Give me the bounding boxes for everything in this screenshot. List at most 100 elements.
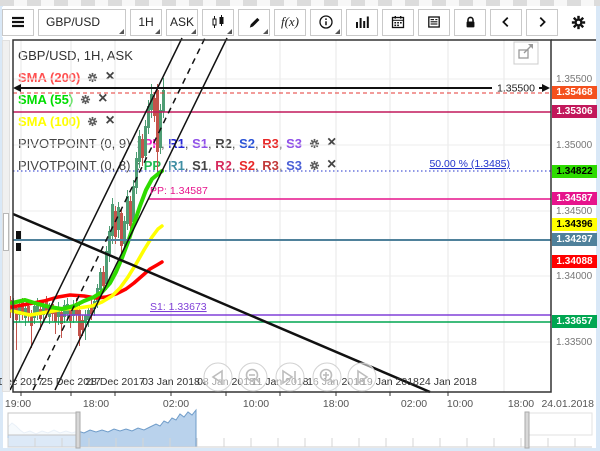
time-axis-label: 10:00 [447, 398, 473, 410]
time-axis-label: 02:00 [163, 398, 189, 410]
pp-label: PP: 1.34587 [150, 185, 208, 197]
date-axis-label: 03 Jan 2018 [142, 376, 200, 388]
candlestick [138, 136, 141, 162]
price-badge-1.34587: 1.34587 [552, 192, 597, 205]
navigator-mask-right[interactable] [527, 413, 592, 435]
price-badge-1.34396: 1.34396 [552, 218, 597, 231]
s1-label: S1: 1.33673 [150, 301, 207, 313]
corner-caret-icon [335, 29, 340, 34]
date-axis-label: 24 Jan 2018 [419, 376, 477, 388]
candlestick [135, 158, 138, 188]
zoom-out-icon [239, 363, 267, 391]
settings-button[interactable] [562, 9, 594, 36]
candlestick [153, 98, 156, 116]
time-axis-row: 24.01.2018 19:0018:0002:0010:0018:0002:0… [0, 398, 600, 412]
price-badge-1.33657: 1.33657 [552, 315, 597, 328]
info-button[interactable] [310, 9, 342, 36]
time-axis-label: 18:00 [83, 398, 109, 410]
scroll-left-button[interactable] [204, 363, 232, 391]
candlestick [102, 272, 105, 286]
forward-button[interactable] [526, 9, 558, 36]
price-axis-tick: 1.35000 [556, 140, 592, 151]
price-alert-label: 1.35500 [497, 83, 535, 95]
end-icon [276, 363, 304, 391]
navigator-handle-right[interactable] [525, 412, 529, 448]
volume-button[interactable] [346, 9, 378, 36]
go-to-end-button[interactable] [276, 363, 304, 391]
price-badge-1.34088: 1.34088 [552, 255, 597, 268]
candlestick [78, 310, 81, 336]
candlestick [120, 213, 123, 246]
symbol-select[interactable]: GBP/USD [38, 9, 126, 36]
corner-caret-icon [155, 29, 160, 34]
candlestick [141, 139, 144, 158]
indicators-button[interactable]: f(x) [274, 9, 306, 36]
calendar-icon [390, 14, 406, 30]
calendar-button[interactable] [382, 9, 414, 36]
price-axis-tick: 1.33500 [556, 337, 592, 348]
left-scrollbar-thumb[interactable] [3, 213, 9, 251]
page: GBP/USD1HASKf(x) GBP/USD, 1H, ASK SMA (2… [0, 0, 600, 451]
info-icon [318, 14, 334, 30]
menu-button[interactable] [2, 9, 34, 36]
gear-icon [569, 13, 588, 32]
corner-caret-icon [191, 29, 196, 34]
bars-icon [354, 14, 370, 30]
candlestick [33, 306, 36, 318]
zoom-in-icon [313, 363, 341, 391]
price-axis-tick: 1.34000 [556, 271, 592, 282]
candles-icon [210, 14, 226, 30]
corner-caret-icon [227, 29, 232, 34]
time-axis-label: 18:00 [323, 398, 349, 410]
left-scrollbar[interactable] [2, 40, 10, 392]
candlestick [114, 211, 117, 237]
price-axis-panel: 1.355001.350001.345001.340001.335001.354… [552, 40, 598, 392]
chevron-left-icon [499, 14, 513, 30]
back-button[interactable] [490, 9, 522, 36]
price-axis-tick: 1.34500 [556, 206, 592, 217]
chart-type-button[interactable] [202, 9, 234, 36]
price-badge-1.34822: 1.34822 [552, 165, 597, 178]
draw-button[interactable] [238, 9, 270, 36]
scroll-right-button[interactable] [348, 363, 376, 391]
candlestick [156, 90, 159, 152]
candlestick [129, 201, 132, 226]
candlestick [105, 251, 108, 284]
price-type-select[interactable]: ASK [166, 9, 198, 36]
prev-icon [204, 363, 232, 391]
ascending-channel-line[interactable] [55, 38, 227, 390]
candlestick [108, 231, 111, 254]
zoom-out-button[interactable] [239, 363, 267, 391]
date-axis-label: 28 Dec 2017 [85, 376, 145, 388]
time-axis-label: 02:00 [401, 398, 427, 410]
candlestick [111, 204, 114, 236]
pencil-icon [247, 15, 262, 30]
right-arrowhead-icon [542, 84, 550, 92]
left-arrowhead-icon [13, 84, 21, 92]
price-badge-1.35306: 1.35306 [552, 105, 597, 118]
chevron-right-icon [535, 14, 549, 30]
line-drag-handle[interactable] [16, 243, 21, 251]
lock-button[interactable] [454, 9, 486, 36]
candlestick [144, 126, 147, 156]
news-button[interactable] [418, 9, 450, 36]
timeframe-select[interactable]: 1H [130, 9, 162, 36]
expand-icon [514, 42, 538, 64]
navigator-handle-left[interactable] [76, 412, 80, 448]
corner-caret-icon [119, 29, 124, 34]
toolbar: GBP/USD1HASK f(x) [2, 7, 591, 37]
line-drag-handle[interactable] [16, 231, 21, 239]
navigator-mask-left[interactable] [8, 413, 78, 435]
lock-icon [463, 14, 478, 30]
chart-canvas: 1.3550050.00 % (1.3485)PP: 1.34587S1: 1.… [0, 0, 600, 451]
time-axis-label: 18:00 [508, 398, 534, 410]
news-icon [426, 14, 442, 30]
zoom-in-button[interactable] [313, 363, 341, 391]
menu-icon [9, 14, 27, 30]
expand-chart-button[interactable] [514, 42, 538, 64]
price-badge-1.35468: 1.35468 [552, 86, 597, 99]
time-axis-label: 10:00 [243, 398, 269, 410]
candlestick [99, 272, 102, 290]
time-axis-label: 19:00 [5, 398, 31, 410]
ascending-channel-line[interactable] [10, 38, 182, 390]
